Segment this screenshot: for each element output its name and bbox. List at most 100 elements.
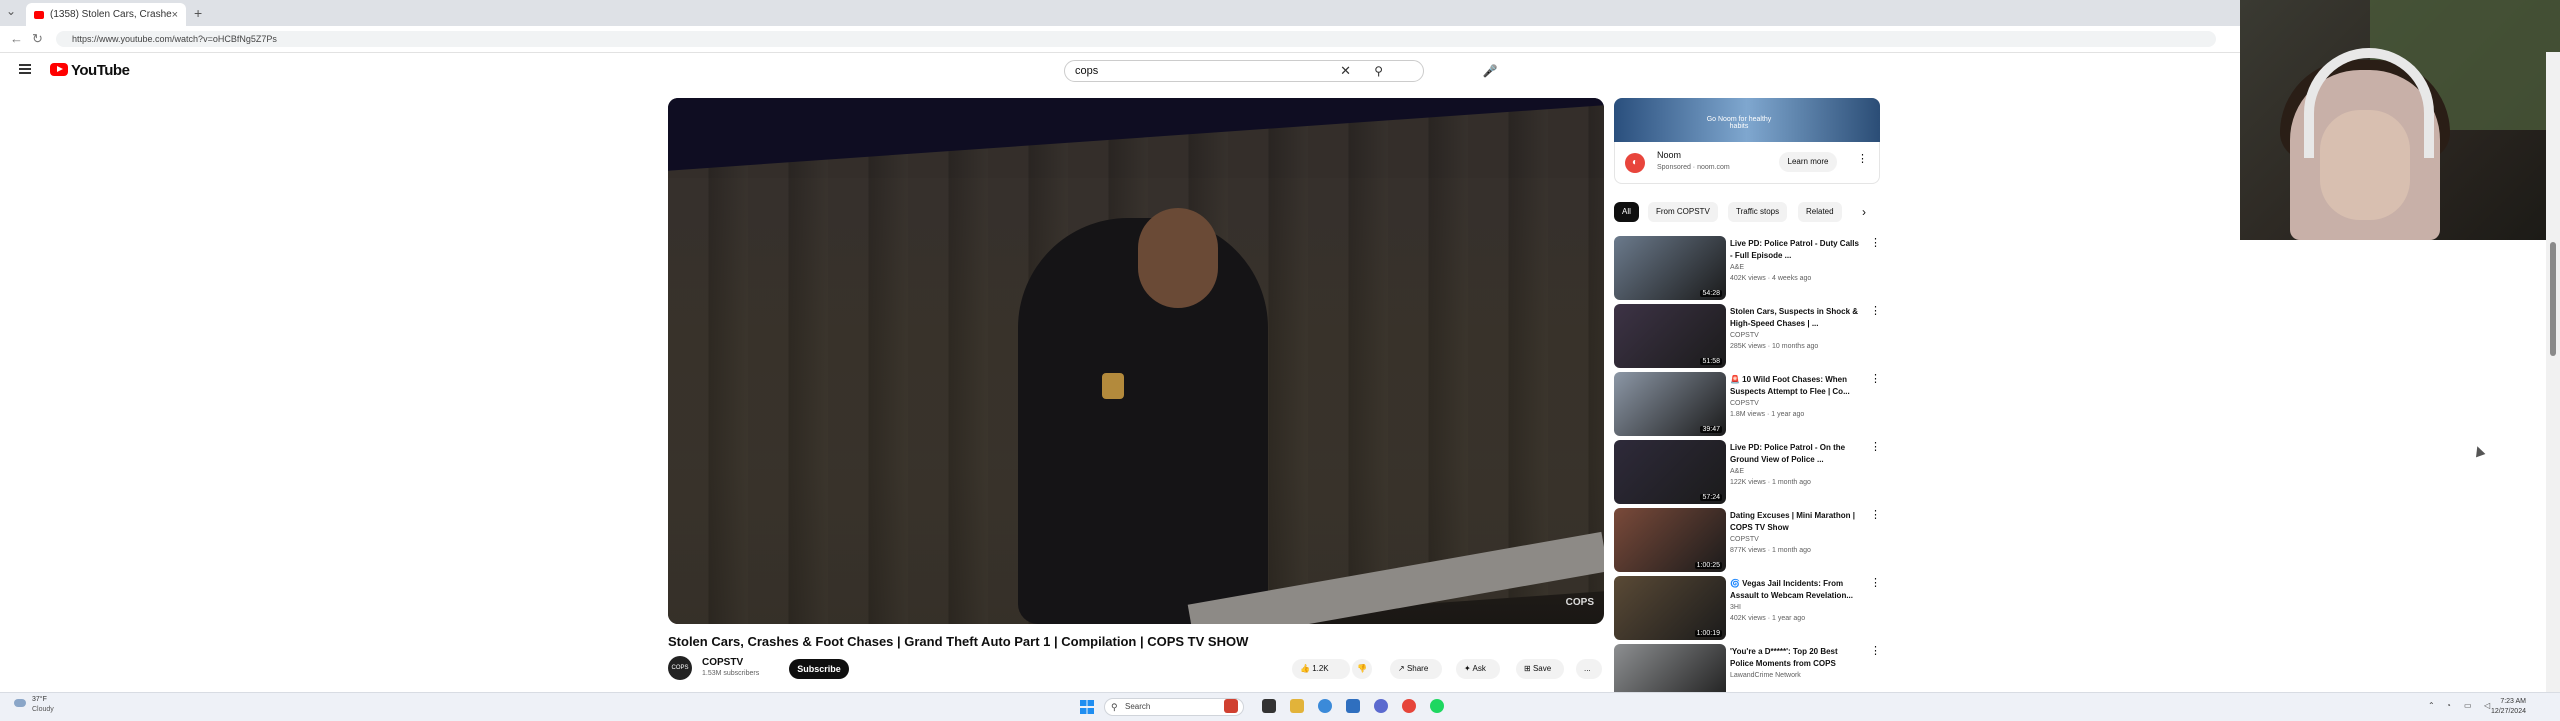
- new-tab-icon[interactable]: +: [194, 5, 202, 21]
- save-button[interactable]: ⊞ Save: [1516, 659, 1564, 679]
- recommendation-item[interactable]: 57:24 Live PD: Police Patrol - On the Gro…: [1614, 440, 1881, 504]
- recommendation-more-icon[interactable]: ⋮: [1870, 576, 1881, 589]
- recommendation-channel[interactable]: 3HI: [1730, 604, 1741, 611]
- search-query: cops: [1075, 65, 1099, 77]
- recommendation-channel[interactable]: COPSTV: [1730, 332, 1759, 339]
- webcam-overlay: [2240, 0, 2560, 240]
- tray-network-icon[interactable]: ▭: [2464, 701, 2472, 710]
- taskbar-clock[interactable]: 7:23 AM 12/27/2024: [2474, 697, 2526, 717]
- chip-all[interactable]: All: [1614, 202, 1639, 222]
- video-player[interactable]: COPS: [668, 98, 1604, 624]
- recommendation-title[interactable]: 🌀 Vegas Jail Incidents: From Assault to …: [1730, 578, 1862, 602]
- ad-sponsored-label: Sponsored · noom.com: [1657, 164, 1730, 171]
- task-view-icon[interactable]: [1262, 699, 1276, 713]
- close-tab-icon[interactable]: ×: [172, 9, 178, 21]
- like-button[interactable]: 👍 1.2K: [1292, 659, 1350, 679]
- recommendation-duration: 1:00:25: [1694, 562, 1722, 569]
- noom-logo-icon: ◐: [1625, 153, 1645, 173]
- more-actions-button[interactable]: ...: [1576, 659, 1602, 679]
- recommendation-more-icon[interactable]: ⋮: [1870, 236, 1881, 249]
- search-icon[interactable]: ⚲: [1374, 61, 1383, 81]
- spotify-icon[interactable]: [1430, 699, 1444, 713]
- recommendation-duration: 39:47: [1700, 426, 1722, 433]
- chrome-browser-icon[interactable]: [1402, 699, 1416, 713]
- recommendation-item[interactable]: 54:28 Live PD: Police Patrol - Duty Calls…: [1614, 236, 1881, 300]
- scrollbar-thumb[interactable]: [2550, 242, 2556, 356]
- video-watermark: COPS: [1565, 597, 1594, 608]
- tray-chevron-up-icon[interactable]: ⌃: [2428, 701, 2435, 710]
- recommendation-title[interactable]: Live PD: Police Patrol - Duty Calls - Fu…: [1730, 238, 1862, 262]
- edge-browser-icon[interactable]: [1318, 699, 1332, 713]
- recommendation-channel[interactable]: A&E: [1730, 468, 1744, 475]
- page-scrollbar[interactable]: [2546, 52, 2560, 692]
- chip-traffic-stops[interactable]: Traffic stops: [1728, 202, 1788, 222]
- recommendation-channel[interactable]: LawandCrime Network: [1730, 672, 1801, 679]
- recommendation-more-icon[interactable]: ⋮: [1870, 508, 1881, 521]
- youtube-logo-icon[interactable]: [50, 63, 68, 76]
- windows-start-icon[interactable]: [1080, 700, 1094, 714]
- recommendation-title[interactable]: 'You're a D*****': Top 20 Best Police Mo…: [1730, 646, 1862, 670]
- recommendation-title[interactable]: Dating Excuses | Mini Marathon | COPS TV…: [1730, 510, 1862, 534]
- dislike-button[interactable]: 👎: [1352, 659, 1372, 679]
- address-bar-row: ← ↻ https://www.youtube.com/watch?v=oHCB…: [0, 26, 2240, 53]
- recommendation-item[interactable]: 1:00:19 🌀 Vegas Jail Incidents: From Assa…: [1614, 576, 1881, 640]
- ad-banner[interactable]: Go Noom for healthy habits: [1614, 98, 1880, 142]
- url-field[interactable]: https://www.youtube.com/watch?v=oHCBfNg5…: [56, 31, 2216, 47]
- recommendation-thumbnail[interactable]: 39:47: [1614, 372, 1726, 436]
- ad-more-icon[interactable]: ⋮: [1857, 152, 1868, 165]
- weather-cloud-icon[interactable]: [14, 699, 26, 707]
- recommendation-more-icon[interactable]: ⋮: [1870, 644, 1881, 657]
- youtube-favicon-icon: [34, 10, 44, 19]
- recommendation-item[interactable]: 39:47 🚨 10 Wild Foot Chases: When Suspect…: [1614, 372, 1881, 436]
- recommendation-thumbnail[interactable]: 51:58: [1614, 304, 1726, 368]
- recommendation-item[interactable]: 51:58 Stolen Cars, Suspects in Shock & Hi…: [1614, 304, 1881, 368]
- clear-search-icon[interactable]: ✕: [1340, 61, 1351, 81]
- ask-button[interactable]: ✦ Ask: [1456, 659, 1500, 679]
- recommendation-title[interactable]: Live PD: Police Patrol - On the Ground V…: [1730, 442, 1862, 466]
- recommendation-duration: 51:58: [1700, 358, 1722, 365]
- recommendation-title[interactable]: Stolen Cars, Suspects in Shock & High-Sp…: [1730, 306, 1862, 330]
- browser-tab-active[interactable]: (1358) Stolen Cars, Crashes & ... ×: [26, 3, 186, 26]
- store-icon[interactable]: [1346, 699, 1360, 713]
- channel-avatar[interactable]: COPS: [668, 656, 692, 680]
- share-button[interactable]: ↗ Share: [1390, 659, 1442, 679]
- recommendation-channel[interactable]: A&E: [1730, 264, 1744, 271]
- recommendation-thumbnail[interactable]: 57:24: [1614, 440, 1726, 504]
- recommendation-duration: 54:28: [1700, 290, 1722, 297]
- file-explorer-icon[interactable]: [1290, 699, 1304, 713]
- hamburger-menu-icon[interactable]: [19, 64, 31, 74]
- search-input[interactable]: cops ✕ ⚲: [1064, 60, 1424, 82]
- share-label: Share: [1406, 664, 1429, 673]
- recommendation-meta: 402K views · 4 weeks ago: [1730, 275, 1812, 282]
- mouse-cursor-icon: [2472, 444, 2486, 458]
- subscribe-button[interactable]: Subscribe: [789, 659, 849, 679]
- weather-condition[interactable]: Cloudy: [32, 706, 54, 713]
- like-count: 1.2K: [1312, 664, 1329, 673]
- recommendation-channel[interactable]: COPSTV: [1730, 536, 1759, 543]
- tab-list-icon[interactable]: ⌄: [6, 4, 16, 18]
- microphone-icon[interactable]: 🎤: [1480, 61, 1500, 81]
- channel-name[interactable]: COPSTV: [702, 657, 743, 668]
- back-icon[interactable]: ←: [10, 31, 23, 46]
- recommendation-meta: 1.8M views · 1 year ago: [1730, 411, 1805, 418]
- chat-app-icon[interactable]: [1374, 699, 1388, 713]
- weather-temp[interactable]: 37°F: [32, 696, 47, 703]
- youtube-logo-text[interactable]: YouTube: [71, 62, 130, 79]
- recommendation-thumbnail[interactable]: 54:28: [1614, 236, 1726, 300]
- recommendation-thumbnail[interactable]: 1:00:25: [1614, 508, 1726, 572]
- tray-notification-icon[interactable]: ◔: [2446, 701, 2451, 710]
- chip-related[interactable]: Related: [1798, 202, 1842, 222]
- chevron-right-icon[interactable]: ›: [1862, 205, 1866, 219]
- recommendation-channel[interactable]: COPSTV: [1730, 400, 1759, 407]
- taskbar-app-icon[interactable]: [1224, 699, 1238, 713]
- recommendation-more-icon[interactable]: ⋮: [1870, 372, 1881, 385]
- learn-more-button[interactable]: Learn more: [1779, 152, 1837, 172]
- taskbar-search-input[interactable]: ⚲ Search: [1104, 698, 1244, 716]
- recommendation-more-icon[interactable]: ⋮: [1870, 440, 1881, 453]
- recommendation-item[interactable]: 1:00:25 Dating Excuses | Mini Marathon | …: [1614, 508, 1881, 572]
- refresh-icon[interactable]: ↻: [32, 31, 43, 47]
- chip-from-copstv[interactable]: From COPSTV: [1648, 202, 1718, 222]
- recommendation-more-icon[interactable]: ⋮: [1870, 304, 1881, 317]
- recommendation-title[interactable]: 🚨 10 Wild Foot Chases: When Suspects Att…: [1730, 374, 1862, 398]
- recommendation-thumbnail[interactable]: 1:00:19: [1614, 576, 1726, 640]
